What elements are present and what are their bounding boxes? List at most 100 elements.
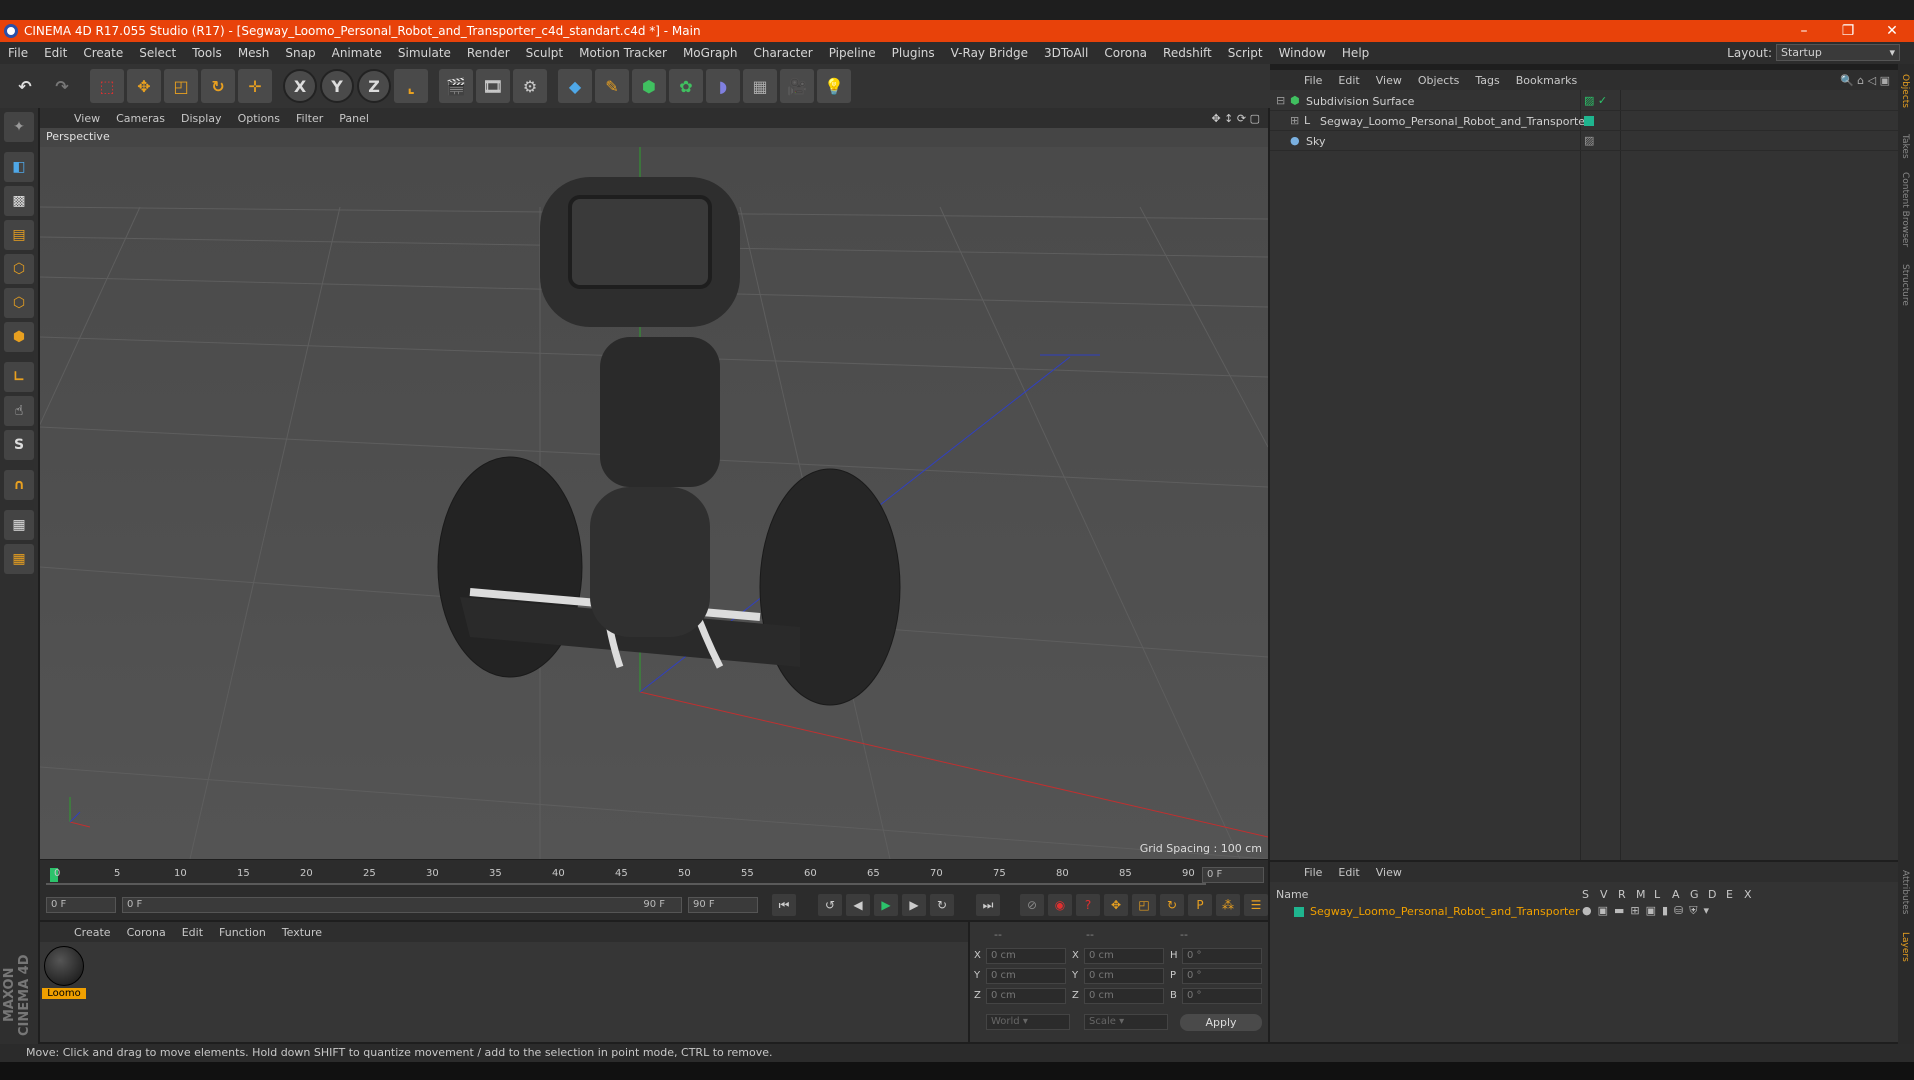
- menu-tools[interactable]: Tools: [184, 46, 230, 60]
- rotation-h-field[interactable]: 0 °: [1182, 948, 1262, 964]
- apply-button[interactable]: Apply: [1180, 1014, 1262, 1031]
- viewport-menu-filter[interactable]: Filter: [288, 112, 331, 125]
- layout-select[interactable]: Startup ▾: [1776, 44, 1900, 61]
- 3d-viewport[interactable]: Grid Spacing : 100 cm: [40, 147, 1268, 859]
- side-tab-attributes[interactable]: Attributes: [1900, 870, 1910, 914]
- scale-tool-icon[interactable]: ◰: [164, 69, 198, 103]
- om-menu-file[interactable]: File: [1296, 74, 1330, 87]
- light-icon[interactable]: 💡: [817, 69, 851, 103]
- play-icon[interactable]: ▶: [874, 894, 898, 916]
- key-parameter-icon[interactable]: P: [1188, 894, 1212, 916]
- layer-flag-icons[interactable]: ●▣▬⊞▣▮⛁⛨▾: [1582, 904, 1715, 918]
- subdivision-surface-icon[interactable]: ⬢: [632, 69, 666, 103]
- object-row-subdivision[interactable]: ⊟ ⬢ Subdivision Surface ▨ ✓: [1270, 92, 1898, 111]
- menu-pipeline[interactable]: Pipeline: [821, 46, 884, 60]
- side-tab-layers[interactable]: Layers: [1900, 932, 1910, 962]
- coordinate-mode-select[interactable]: Scale ▾: [1084, 1014, 1168, 1030]
- transform-tool-icon[interactable]: ✛: [238, 69, 272, 103]
- deformer-icon[interactable]: ◗: [706, 69, 740, 103]
- close-icon[interactable]: ✕: [1870, 20, 1914, 42]
- render-picture-viewer-icon[interactable]: 🎞: [476, 69, 510, 103]
- viewport-menu-view[interactable]: View: [66, 112, 108, 125]
- edit-render-settings-icon[interactable]: ⚙: [513, 69, 547, 103]
- workplane-mode-icon[interactable]: ▤: [4, 220, 34, 250]
- viewport-menu-options[interactable]: Options: [230, 112, 288, 125]
- material-menu-edit[interactable]: Edit: [174, 926, 211, 939]
- rotate-tool-icon[interactable]: ↻: [201, 69, 235, 103]
- layers-menu-view[interactable]: View: [1368, 866, 1410, 879]
- coordinate-space-select[interactable]: World ▾: [986, 1014, 1070, 1030]
- menu-script[interactable]: Script: [1220, 46, 1271, 60]
- menu-window[interactable]: Window: [1271, 46, 1334, 60]
- expand-icon[interactable]: ⊞: [1290, 114, 1299, 127]
- menu-motion-tracker[interactable]: Motion Tracker: [571, 46, 675, 60]
- side-tab-takes[interactable]: Takes: [1900, 134, 1910, 159]
- object-visibility-icons[interactable]: ▨: [1584, 134, 1594, 147]
- position-z-field[interactable]: 0 cm: [986, 988, 1066, 1004]
- om-menu-bookmarks[interactable]: Bookmarks: [1508, 74, 1585, 87]
- om-menu-view[interactable]: View: [1368, 74, 1410, 87]
- layers-menu-edit[interactable]: Edit: [1330, 866, 1367, 879]
- rotation-p-field[interactable]: 0 °: [1182, 968, 1262, 984]
- redo-icon[interactable]: ↷: [45, 69, 79, 103]
- go-to-start-icon[interactable]: ⏮: [772, 894, 796, 916]
- material-menu-function[interactable]: Function: [211, 926, 274, 939]
- restore-icon[interactable]: ❐: [1826, 20, 1870, 42]
- position-y-field[interactable]: 0 cm: [986, 968, 1066, 984]
- live-selection-icon[interactable]: ⬚: [90, 69, 124, 103]
- x-axis-lock-button[interactable]: X: [283, 69, 317, 103]
- axis-mode-icon[interactable]: ∟: [4, 362, 34, 392]
- key-rotation-icon[interactable]: ↻: [1160, 894, 1184, 916]
- om-menu-objects[interactable]: Objects: [1410, 74, 1468, 87]
- collapse-icon[interactable]: ⊟: [1276, 94, 1285, 107]
- menu-render[interactable]: Render: [459, 46, 518, 60]
- object-visibility-icons[interactable]: ▨ ✓: [1584, 94, 1607, 107]
- make-editable-icon[interactable]: ✦: [4, 112, 34, 142]
- autokey-icon[interactable]: ◉: [1048, 894, 1072, 916]
- next-key-icon[interactable]: ↻: [930, 894, 954, 916]
- layers-menu-file[interactable]: File: [1296, 866, 1330, 879]
- menu-animate[interactable]: Animate: [324, 46, 390, 60]
- timeline-window-icon[interactable]: ☰: [1244, 894, 1268, 916]
- workplane-lock-icon[interactable]: ▦: [4, 510, 34, 540]
- workplane-rotate-icon[interactable]: ▦: [4, 544, 34, 574]
- layer-row[interactable]: Segway_Loomo_Personal_Robot_and_Transpor…: [1270, 904, 1898, 920]
- menu-3dtoall[interactable]: 3DToAll: [1036, 46, 1096, 60]
- viewport-menu-cameras[interactable]: Cameras: [108, 112, 173, 125]
- side-tab-objects[interactable]: Objects: [1900, 74, 1910, 108]
- position-x-field[interactable]: 0 cm: [986, 948, 1066, 964]
- layer-color-swatch[interactable]: [1584, 116, 1594, 126]
- menu-file[interactable]: File: [0, 46, 36, 60]
- side-tab-content-browser[interactable]: Content Browser: [1900, 172, 1910, 247]
- material-menu-texture[interactable]: Texture: [274, 926, 330, 939]
- side-tab-structure[interactable]: Structure: [1900, 264, 1910, 306]
- menu-plugins[interactable]: Plugins: [884, 46, 943, 60]
- previous-frame-icon[interactable]: ◀: [846, 894, 870, 916]
- object-row-segway[interactable]: ⊞ L Segway_Loomo_Personal_Robot_and_Tran…: [1270, 112, 1898, 131]
- menu-sculpt[interactable]: Sculpt: [518, 46, 571, 60]
- viewport-nav-icons[interactable]: ✥ ↕ ⟳ ▢: [1211, 112, 1260, 125]
- minimize-icon[interactable]: –: [1782, 20, 1826, 42]
- move-tool-icon[interactable]: ✥: [127, 69, 161, 103]
- menu-edit[interactable]: Edit: [36, 46, 75, 60]
- tweak-mode-icon[interactable]: ☝: [4, 396, 34, 426]
- polygons-mode-icon[interactable]: ⬢: [4, 322, 34, 352]
- menu-help[interactable]: Help: [1334, 46, 1377, 60]
- menu-corona[interactable]: Corona: [1096, 46, 1155, 60]
- material-swatch[interactable]: Loomo: [42, 946, 86, 1004]
- layer-color-swatch[interactable]: [1294, 907, 1304, 917]
- undo-icon[interactable]: ↶: [8, 69, 42, 103]
- render-view-icon[interactable]: 🎬: [439, 69, 473, 103]
- y-axis-lock-button[interactable]: Y: [320, 69, 354, 103]
- timeline-ruler[interactable]: 0 5 10 15 20 25 30 35 40 45 50 55 60 65 …: [40, 860, 1268, 890]
- next-frame-icon[interactable]: ▶: [902, 894, 926, 916]
- texture-mode-icon[interactable]: ▩: [4, 186, 34, 216]
- cloner-icon[interactable]: ✿: [669, 69, 703, 103]
- key-position-icon[interactable]: ✥: [1104, 894, 1128, 916]
- om-search-icons[interactable]: 🔍 ⌂ ◁ ▣: [1840, 74, 1890, 87]
- viewport-menu-display[interactable]: Display: [173, 112, 230, 125]
- menu-mesh[interactable]: Mesh: [230, 46, 278, 60]
- object-row-sky[interactable]: ● Sky ▨: [1270, 132, 1898, 151]
- size-x-field[interactable]: 0 cm: [1084, 948, 1164, 964]
- rotation-b-field[interactable]: 0 °: [1182, 988, 1262, 1004]
